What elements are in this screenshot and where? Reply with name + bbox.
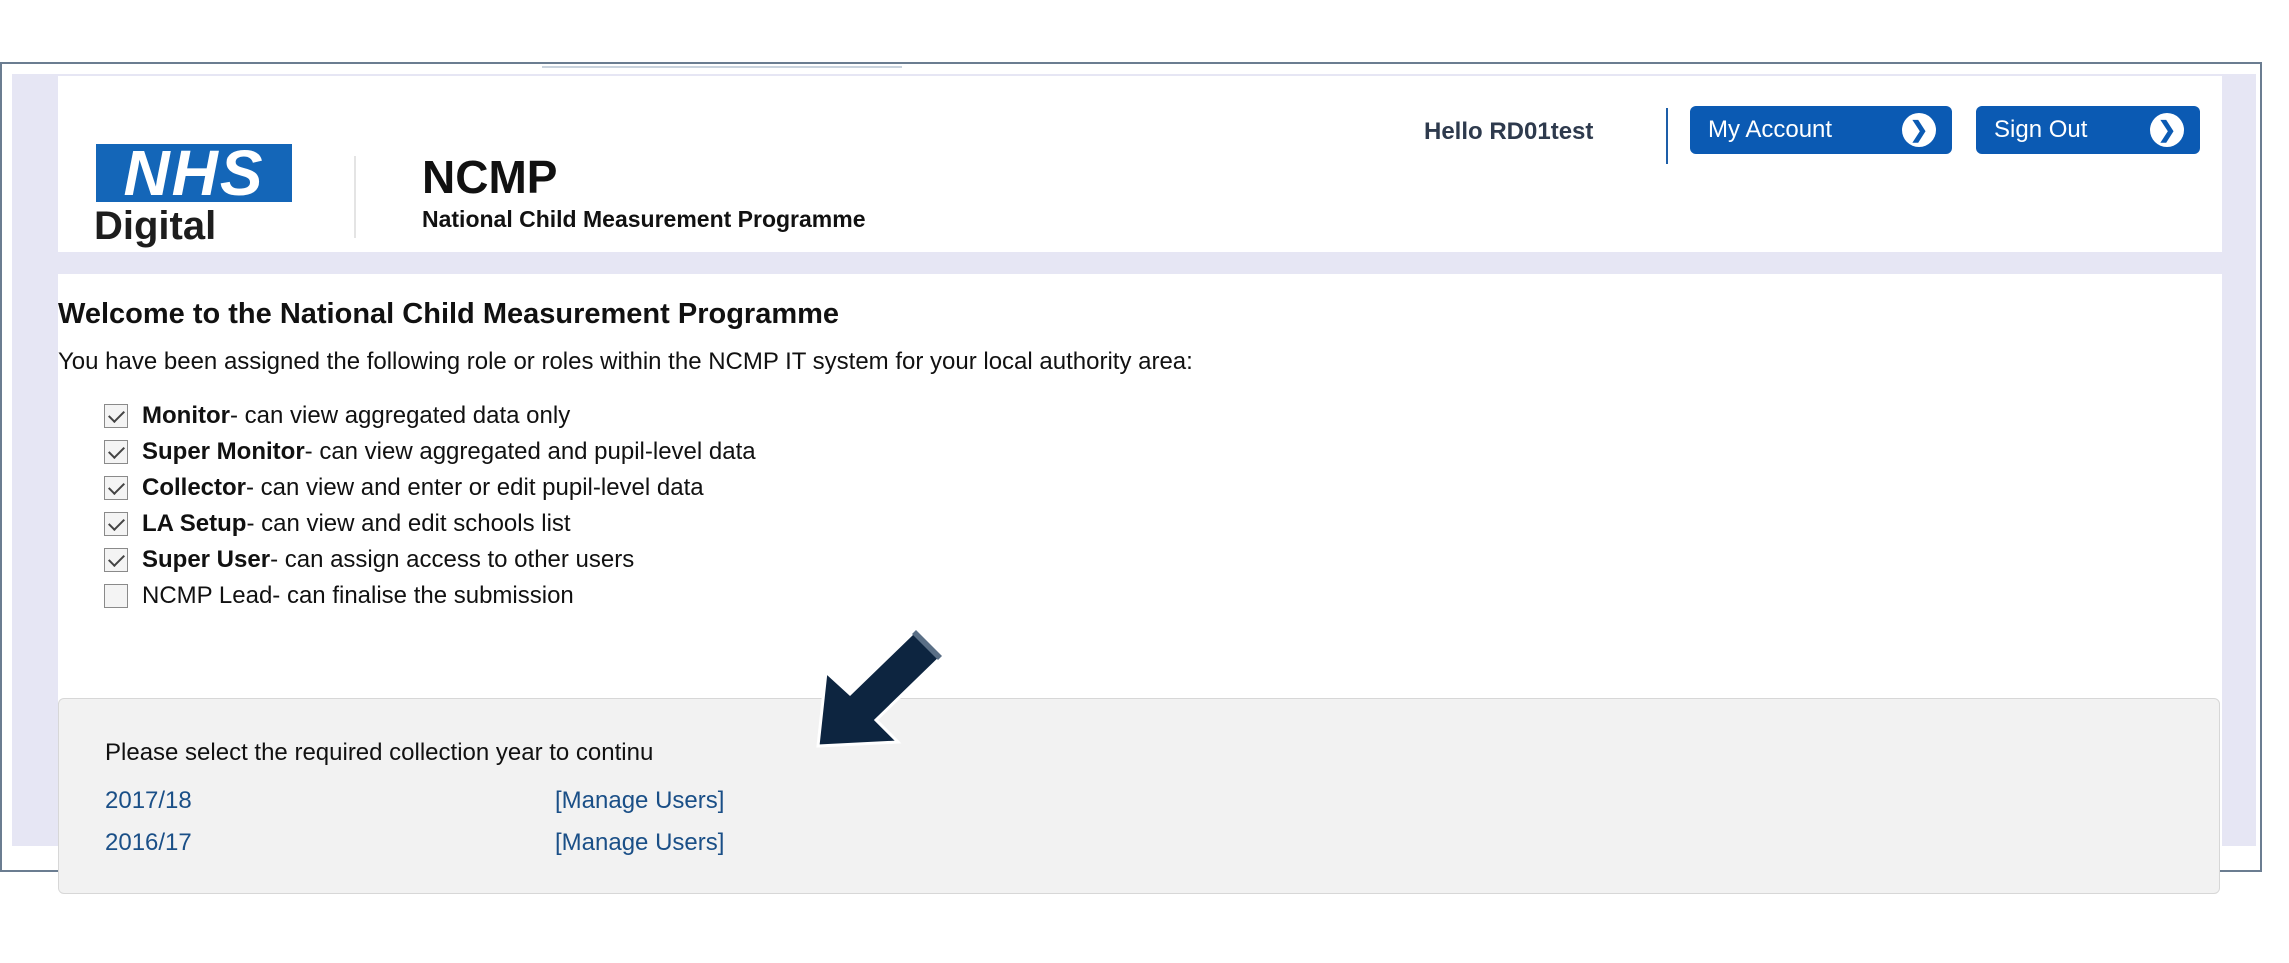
collection-year-panel: Please select the required collection ye… xyxy=(58,698,2220,894)
role-item-monitor: Monitor - can view aggregated data only xyxy=(104,398,756,434)
role-checkbox-super-monitor[interactable] xyxy=(104,440,128,464)
role-item-super-monitor: Super Monitor - can view aggregated and … xyxy=(104,434,756,470)
role-item-collector: Collector - can view and enter or edit p… xyxy=(104,470,756,506)
role-desc: - can view aggregated data only xyxy=(229,402,571,429)
role-name: LA Setup xyxy=(142,510,247,537)
role-checkbox-ncmp-lead[interactable] xyxy=(104,584,128,608)
browser-strip xyxy=(2,64,2260,74)
role-checkbox-super-user[interactable] xyxy=(104,548,128,572)
pointer-arrow-icon xyxy=(816,628,945,748)
tab-indicator xyxy=(542,66,902,68)
role-name: Super User xyxy=(142,546,271,573)
intro-text: You have been assigned the following rol… xyxy=(58,348,1193,375)
role-name: Monitor xyxy=(142,402,230,429)
role-name: NCMP Lead xyxy=(142,582,273,609)
page-title: Welcome to the National Child Measuremen… xyxy=(58,298,840,330)
role-item-super-user: Super User - can assign access to other … xyxy=(104,542,756,578)
app-subtitle: National Child Measurement Programme xyxy=(422,206,866,232)
collection-year-prompt: Please select the required collection ye… xyxy=(105,739,654,766)
role-desc: - can finalise the submission xyxy=(272,582,574,609)
screenshot-frame: NHS Digital NCMP National Child Measurem… xyxy=(0,62,2262,894)
role-item-ncmp-lead: NCMP Lead - can finalise the submission xyxy=(104,578,756,614)
chevron-right-circle-icon: ❯ xyxy=(1902,113,1936,147)
logo-divider xyxy=(354,156,356,238)
year-link-2016-17[interactable]: 2016/17 xyxy=(105,829,192,857)
role-desc: - can view and edit schools list xyxy=(246,510,571,537)
role-desc: - can assign access to other users xyxy=(270,546,635,573)
sign-out-label: Sign Out xyxy=(1994,116,2088,143)
role-desc: - can view and enter or edit pupil-level… xyxy=(246,474,704,501)
user-greeting: Hello RD01test xyxy=(1424,118,1594,145)
role-desc: - can view aggregated and pupil-level da… xyxy=(304,438,756,465)
chevron-right-circle-icon: ❯ xyxy=(2150,113,2184,147)
role-name: Collector xyxy=(142,474,247,501)
app-title: NCMP xyxy=(422,151,558,203)
my-account-label: My Account xyxy=(1708,116,1833,143)
role-checkbox-collector[interactable] xyxy=(104,476,128,500)
site-header: NHS Digital NCMP National Child Measurem… xyxy=(58,76,2222,252)
my-account-button[interactable]: My Account ❯ xyxy=(1690,106,1952,154)
main-content: Welcome to the National Child Measuremen… xyxy=(58,274,2222,894)
sign-out-button[interactable]: Sign Out ❯ xyxy=(1976,106,2200,154)
role-checkbox-la-setup[interactable] xyxy=(104,512,128,536)
manage-users-link-2016-17[interactable]: [Manage Users] xyxy=(555,829,724,857)
role-checkbox-monitor[interactable] xyxy=(104,404,128,428)
nhs-logo[interactable]: NHS xyxy=(96,141,292,205)
year-link-2017-18[interactable]: 2017/18 xyxy=(105,787,192,815)
header-divider xyxy=(1666,108,1668,164)
role-item-la-setup: LA Setup - can view and edit schools lis… xyxy=(104,506,756,542)
role-list: Monitor - can view aggregated data only … xyxy=(104,398,756,614)
role-name: Super Monitor xyxy=(142,438,305,465)
nhs-logo-subtext: Digital xyxy=(94,204,217,248)
manage-users-link-2017-18[interactable]: [Manage Users] xyxy=(555,787,724,815)
